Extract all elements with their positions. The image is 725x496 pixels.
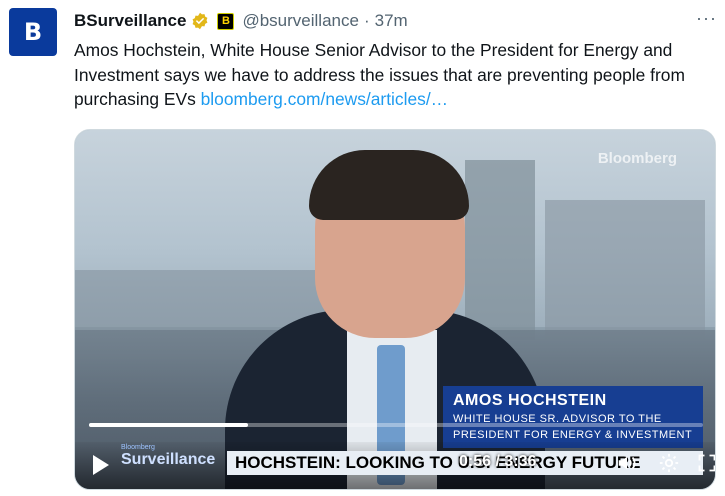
show-brand: Bloomberg Surveillance — [121, 444, 221, 484]
timestamp[interactable]: 37m — [375, 11, 408, 31]
article-link[interactable]: bloomberg.com/news/articles/… — [201, 89, 448, 109]
lower-third-name: AMOS HOCHSTEIN — [453, 392, 607, 409]
timecode: 0:56 / 3:36 — [459, 453, 536, 471]
lower-third: AMOS HOCHSTEIN WHITE HOUSE SR. ADVISOR T… — [443, 386, 703, 448]
handle[interactable]: @bsurveillance — [242, 11, 358, 31]
brand-small: Bloomberg — [121, 444, 155, 451]
duration: 3:36 — [504, 453, 537, 470]
progress-fill — [89, 423, 249, 427]
verified-badge-icon — [193, 12, 208, 30]
progress-bar[interactable] — [89, 423, 703, 427]
display-name[interactable]: BSurveillance — [74, 11, 186, 31]
volume-icon[interactable] — [615, 451, 639, 475]
video-background-buildings — [545, 200, 705, 340]
time-separator: / — [491, 453, 505, 470]
more-icon[interactable]: ··· — [696, 8, 717, 29]
video-controls: Bloomberg Surveillance HOCHSTEIN: LOOKIN… — [75, 442, 715, 489]
play-icon[interactable] — [93, 455, 109, 475]
lower-third-title-line-2: PRESIDENT FOR ENERGY & INVESTMENT — [453, 429, 693, 441]
brand-big: Surveillance — [121, 451, 216, 468]
bloomberg-watermark: Bloomberg — [597, 150, 677, 167]
settings-icon[interactable] — [657, 451, 681, 475]
elapsed-time: 0:56 — [459, 453, 492, 470]
avatar[interactable]: B — [9, 8, 57, 56]
tweet-text: Amos Hochstein, White House Senior Advis… — [74, 38, 714, 112]
affiliate-badge-icon: B — [217, 12, 235, 30]
fullscreen-icon[interactable] — [695, 451, 715, 475]
person-hair — [309, 150, 469, 220]
video-player[interactable]: Bloomberg AMOS HOCHSTEIN WHITE HOUSE SR.… — [74, 129, 716, 490]
separator-dot: · — [363, 11, 370, 30]
tweet-header: BSurveillance B @bsurveillance · 37m — [74, 10, 715, 32]
avatar-letter: B — [23, 18, 43, 46]
video-background-tower — [465, 160, 535, 340]
